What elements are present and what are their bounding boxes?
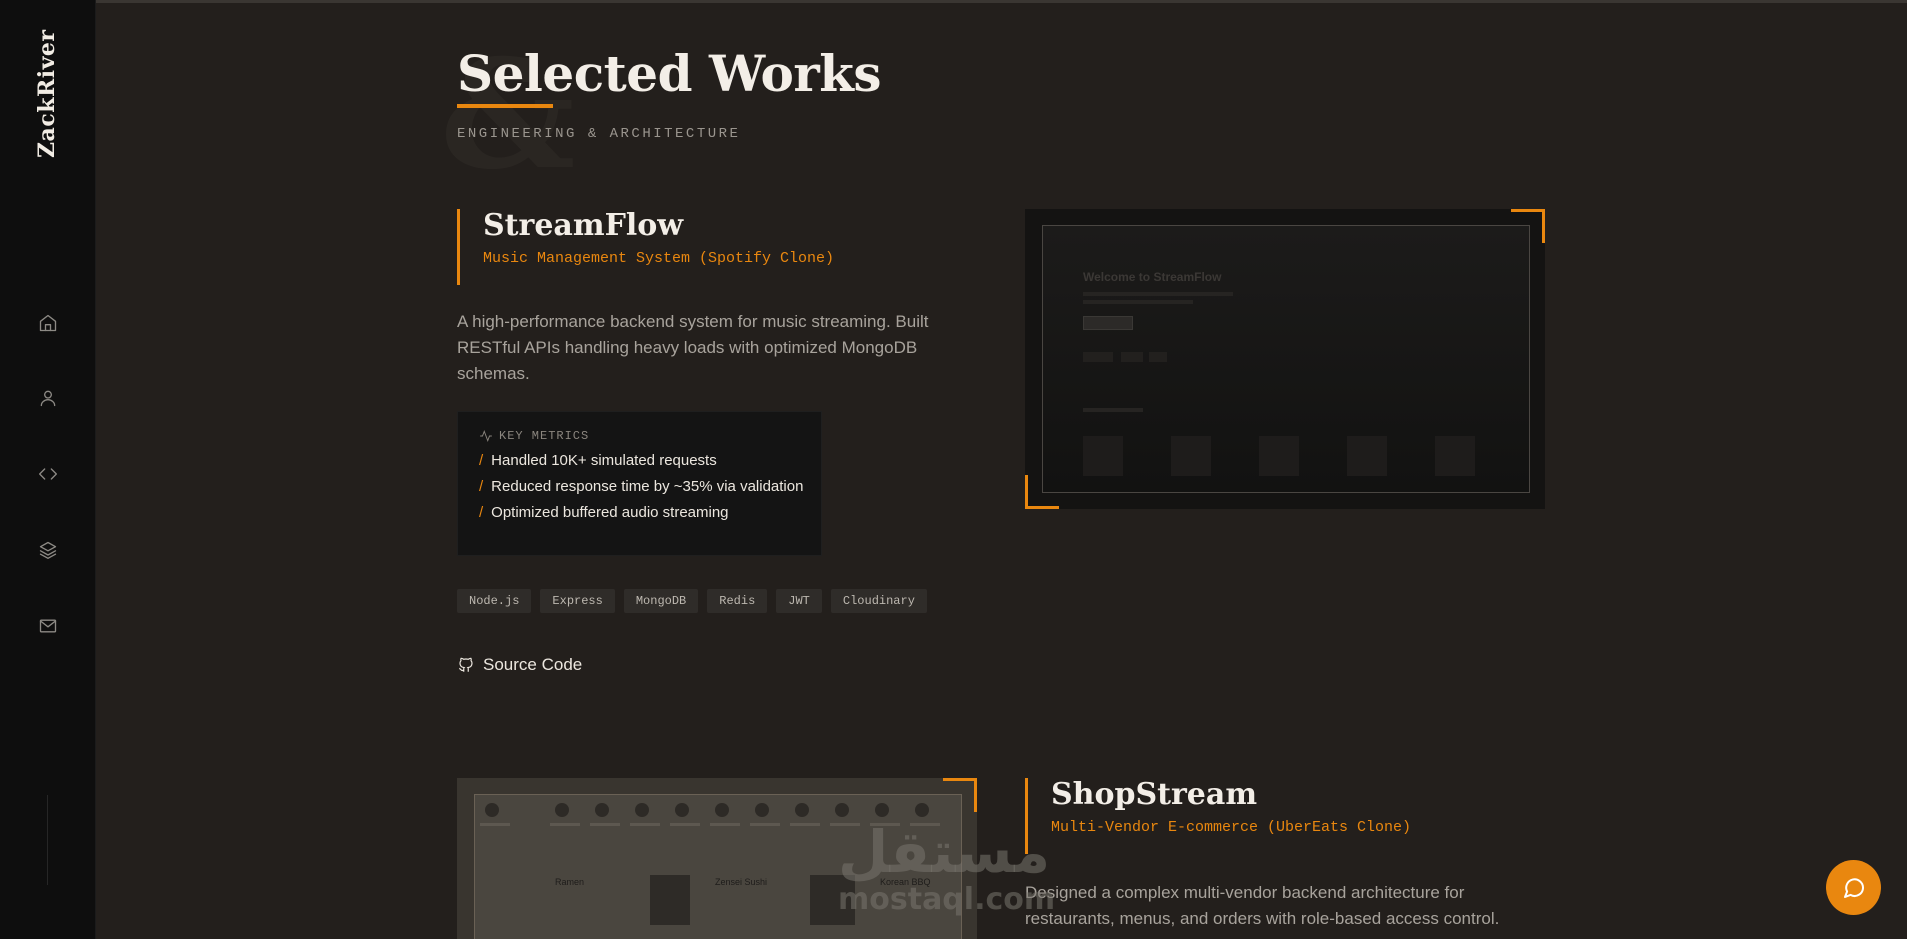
restaurant-card-label: Ramen [555, 877, 585, 887]
source-code-label: Source Code [483, 655, 583, 674]
key-metrics-card: KEY METRICS / Handled 10K+ simulated requ… [457, 411, 822, 556]
site-logo[interactable]: ZackRiver [34, 30, 64, 158]
nav-contact-button[interactable] [30, 608, 66, 644]
project-title: StreamFlow [483, 208, 684, 243]
nav-stack-button[interactable] [30, 532, 66, 568]
restaurant-card-label: Zensei Sushi [715, 877, 768, 887]
streamflow-preview[interactable]: Welcome to StreamFlow [1025, 209, 1545, 509]
layers-icon [39, 541, 57, 559]
sidebar: ZackRiver [0, 0, 96, 939]
tech-tag: Cloudinary [830, 589, 927, 613]
metrics-label: KEY METRICS [499, 429, 590, 443]
project-description: A high-performance backend system for mu… [457, 312, 929, 383]
mail-icon [39, 619, 57, 633]
corner-accent [1511, 209, 1545, 243]
preview-title: Welcome to StreamFlow [1083, 270, 1222, 284]
restaurant-card-image [650, 875, 690, 925]
corner-accent [1025, 475, 1059, 509]
page-title: Selected Works [457, 44, 882, 103]
tech-tag: Redis [707, 589, 768, 613]
watermark-arabic: مستقل [838, 818, 1051, 886]
project-subtitle: Multi-Vendor E-commerce (UberEats Clone) [1051, 819, 1412, 836]
watermark-latin: mostaql.com [838, 882, 1056, 917]
github-icon [458, 657, 473, 672]
tech-tag: JWT [776, 589, 822, 613]
metrics-header: KEY METRICS [479, 429, 821, 443]
home-icon [39, 314, 57, 332]
project-header-streamflow: StreamFlow Music Management System (Spot… [457, 209, 834, 285]
source-code-link[interactable]: Source Code [457, 655, 582, 675]
preview-frame: Welcome to StreamFlow [1042, 225, 1530, 493]
tech-tag: Express [540, 589, 615, 613]
preview-button [1083, 316, 1133, 330]
tech-tag: Node.js [457, 589, 532, 613]
project-title: ShopStream [1051, 777, 1258, 812]
title-underline [457, 104, 553, 108]
project-subtitle: Music Management System (Spotify Clone) [483, 250, 835, 267]
nav-home-button[interactable] [30, 305, 66, 341]
metric-item: / Optimized buffered audio streaming [479, 504, 729, 521]
nav-projects-button[interactable] [30, 456, 66, 492]
activity-icon [480, 430, 492, 442]
nav-about-button[interactable] [30, 380, 66, 416]
metric-item: / Reduced response time by ~35% via valid… [479, 478, 804, 495]
project-description: Designed a complex multi-vendor backend … [1025, 883, 1500, 928]
sidebar-divider [47, 795, 48, 885]
tech-tags: Node.js Express MongoDB Redis JWT Cloudi… [457, 589, 927, 613]
project-header-shopstream: ShopStream Multi-Vendor E-commerce (Uber… [1025, 778, 1411, 854]
code-icon [39, 468, 57, 480]
tech-tag: MongoDB [623, 589, 699, 613]
chat-button[interactable] [1826, 860, 1881, 915]
user-icon [40, 390, 56, 407]
top-border [0, 0, 1907, 3]
chat-bubble-icon [1843, 877, 1864, 898]
page-subtitle: ENGINEERING & ARCHITECTURE [457, 126, 741, 142]
metric-item: / Handled 10K+ simulated requests [479, 452, 717, 469]
corner-accent [943, 778, 977, 812]
